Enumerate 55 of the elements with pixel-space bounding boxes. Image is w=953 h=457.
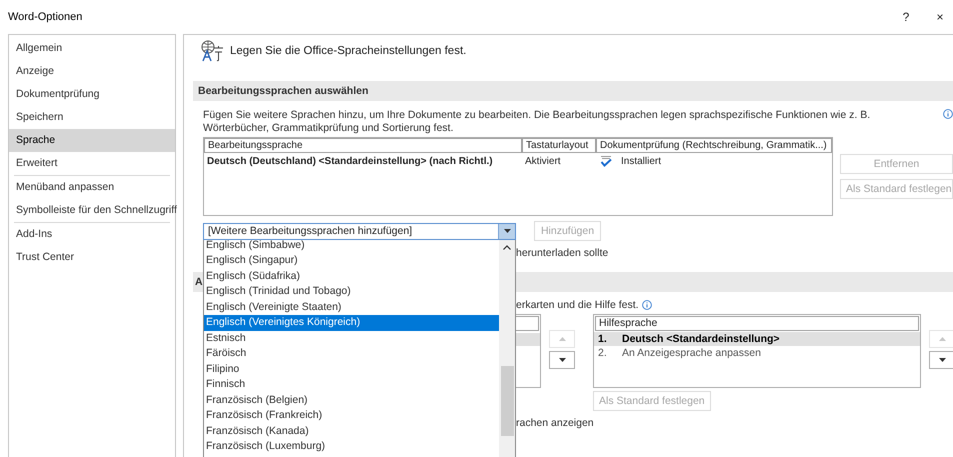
info-icon[interactable] (642, 300, 652, 310)
sidebar-item[interactable]: Add-Ins (9, 223, 175, 246)
section-description: Fügen Sie weitere Sprachen hinzu, um Ihre Dokumente zu bearbeiten. Die Bearbeitungssprachen legen sprachspezifische Funktionen wie z. B. Wörterbücher, Grammatikprüfung und Sortierung fest. (203, 109, 872, 135)
down-arrow-icon (504, 229, 510, 233)
scroll-up-icon[interactable] (503, 244, 511, 250)
move-down-button[interactable] (549, 351, 575, 369)
table-cell-text: Installiert (620, 156, 662, 166)
column-header[interactable]: Bearbeitungssprache (204, 138, 522, 153)
language-dropdown[interactable]: [Weitere Bearbeitungssprachen hinzufügen] (203, 222, 516, 240)
language-icon (200, 40, 224, 62)
scrollbar[interactable] (499, 240, 515, 456)
dropdown-option[interactable]: Estnisch (204, 330, 499, 346)
table-cell-text: Aktiviert (524, 156, 562, 166)
up-arrow-icon (938, 337, 946, 341)
sidebar-item[interactable]: Anzeige (9, 60, 175, 83)
dropdown-option[interactable]: Filipino (204, 362, 499, 377)
list-item[interactable]: 2. An Anzeigesprache anpassen (594, 346, 920, 360)
sidebar-item[interactable]: Erweitert (9, 152, 175, 175)
scrollbar-thumb[interactable] (500, 366, 514, 436)
dropdown-option[interactable]: Englisch (Vereinigte Staaten) (204, 300, 499, 315)
column-header[interactable]: Dokumentprüfung (Rechtschreibung, Grammatik...) (596, 138, 832, 153)
dropdown-option[interactable]: Französisch (Kanada) (204, 424, 499, 439)
list-item[interactable]: 1. Deutsch <Standardeinstellung> (594, 332, 920, 346)
sidebar-item[interactable]: Dokumentprüfung (9, 83, 175, 106)
down-arrow-icon (938, 358, 946, 362)
page-heading: Legen Sie die Office-Spracheinstellungen fest. (230, 45, 466, 57)
window-title: Word-Optionen (8, 11, 84, 23)
dropdown-option[interactable]: Französisch (Frankreich) (204, 408, 499, 424)
up-arrow-icon (558, 337, 566, 341)
sidebar-item[interactable]: Allgemein (9, 37, 175, 60)
sidebar-item[interactable]: Symbolleiste für den Schnellzugriff (9, 199, 175, 222)
dropdown-option[interactable]: Französisch (Luxemburg) (204, 439, 499, 454)
note-text: herunterladen sollte (516, 246, 608, 258)
section-header: Bearbeitungssprachen auswählen (193, 81, 953, 101)
dropdown-option[interactable]: Englisch (Singapur) (204, 253, 499, 268)
column-header: Hilfesprache (595, 316, 919, 331)
dropdown-option[interactable]: Französisch (Belgien) (204, 392, 499, 408)
table-cell-text: Deutsch (Deutschland) <Standardeinstellung> (nach Richtl.) (206, 156, 494, 166)
dropdown-option[interactable]: Englisch (Simbabwe) (204, 240, 499, 253)
list-box[interactable] (516, 314, 541, 388)
info-icon[interactable] (943, 109, 953, 119)
dropdown-option[interactable]: Englisch (Vereinigtes Königreich) (204, 315, 499, 330)
close-button[interactable]: × (927, 10, 953, 24)
dropdown-option[interactable]: Finnisch (204, 377, 499, 392)
note-text: rachen anzeigen (516, 417, 594, 429)
sidebar-item[interactable]: Speichern (9, 106, 175, 129)
move-down-button[interactable] (929, 351, 953, 369)
section-description: erkarten und die Hilfe fest. (516, 299, 639, 311)
column-header[interactable]: Tastaturlayout (522, 138, 596, 153)
sidebar-item[interactable]: Trust Center (9, 246, 175, 269)
dropdown-option[interactable]: Färöisch (204, 346, 499, 362)
sidebar-item[interactable]: Sprache (9, 129, 175, 152)
down-arrow-icon (558, 358, 566, 362)
help-button[interactable]: ? (893, 10, 919, 24)
sidebar-item[interactable]: Menüband anpassen (9, 176, 175, 199)
